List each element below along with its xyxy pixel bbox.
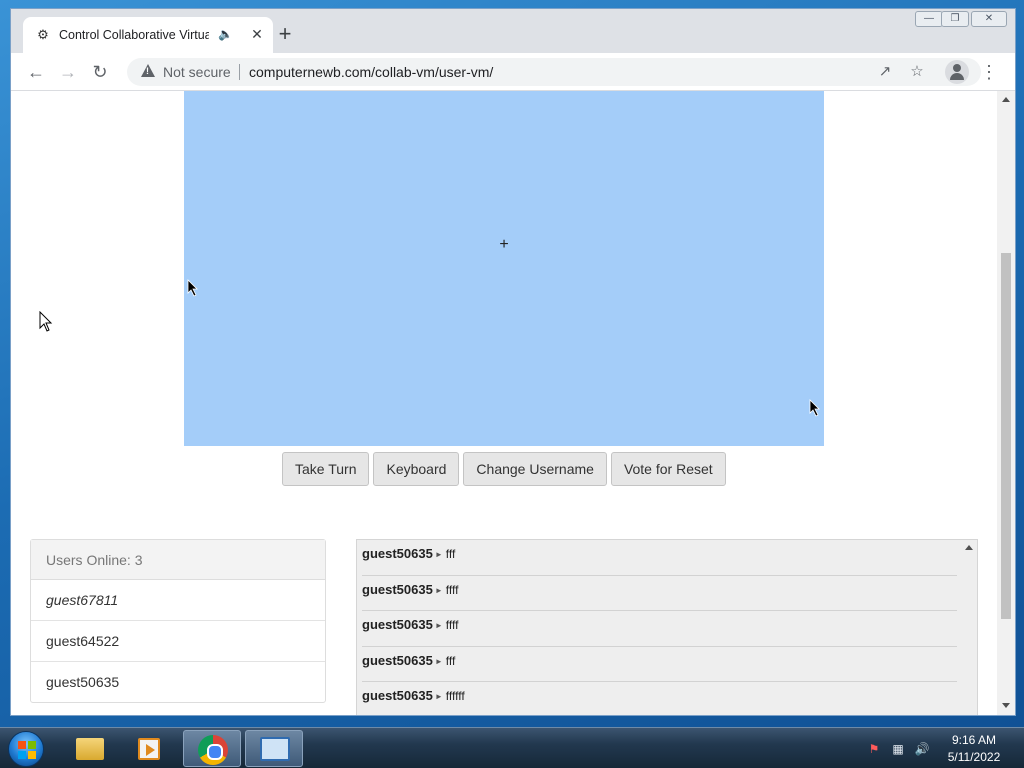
tab-strip: ⚙ Control Collaborative Virtual 🔈 ✕ + — … [11,9,1015,53]
taskbar-control-panel[interactable] [245,730,303,767]
vm-cursor-icon [809,399,821,417]
chat-username: guest50635 [362,617,433,632]
menu-dots-icon[interactable]: ⋮ [979,59,999,85]
close-tab-icon[interactable]: ✕ [247,24,267,44]
chat-text: fff [445,547,456,561]
share-icon[interactable]: ↗ [875,62,895,82]
chat-arrow-icon: ► [434,550,443,559]
user-list-item[interactable]: guest67811 [31,580,325,621]
taskbar: ⚑ ▦ 🔊 9:16 AM 5/11/2022 [0,727,1024,768]
change-username-button[interactable]: Change Username [463,452,607,486]
taskbar-chrome[interactable] [183,730,241,767]
minimize-icon[interactable]: — [915,11,943,27]
windows-logo-icon [18,741,36,759]
security-label[interactable]: Not secure [163,64,231,80]
clock-time[interactable]: 9:16 AM [944,733,1004,747]
browser-tab[interactable]: ⚙ Control Collaborative Virtual 🔈 ✕ [23,17,273,53]
users-online-panel: Users Online: 3 guest67811 guest64522 gu… [30,539,326,703]
scroll-down-icon[interactable] [1002,703,1010,708]
chat-message: guest50635 ► fff [362,647,957,682]
user-list-item[interactable]: guest50635 [31,662,325,703]
mouse-cursor-icon [39,310,53,333]
chat-message: guest50635 ► ffffff [362,682,957,715]
control-panel-icon [260,737,290,761]
collabvm-favicon-icon: ⚙ [37,27,49,42]
action-center-flag-icon[interactable]: ⚑ [866,741,882,757]
chat-message: guest50635 ► fff [362,540,957,576]
chat-username: guest50635 [362,688,433,703]
reload-icon[interactable]: ↻ [87,59,113,85]
chat-message: guest50635 ► ffff [362,611,957,647]
restore-icon[interactable]: ❐ [941,11,969,27]
network-icon[interactable]: ▦ [890,741,906,757]
keyboard-button[interactable]: Keyboard [373,452,460,486]
page-viewport: + Take Turn Keyboard Change Username Vot… [11,91,997,715]
page-scrollbar[interactable] [997,91,1015,715]
chat-arrow-icon: ► [434,585,443,595]
user-list-item[interactable]: guest64522 [31,621,325,662]
media-player-icon [138,738,160,760]
vote-reset-button[interactable]: Vote for Reset [610,452,726,486]
take-turn-button[interactable]: Take Turn [282,452,370,486]
url-separator [239,64,240,80]
users-online-header: Users Online: 3 [31,540,325,580]
chat-scroll-up-icon[interactable] [965,545,973,550]
chat-message: guest50635 ► ffff [362,576,957,611]
folder-icon [76,738,104,760]
speaker-icon[interactable]: 🔈 [218,27,233,41]
start-button[interactable] [8,731,44,767]
chat-username: guest50635 [362,546,433,561]
tab-title: Control Collaborative Virtual [59,28,209,42]
scroll-up-icon[interactable] [1002,97,1010,102]
chat-panel[interactable]: guest50635 ► fff guest50635 ► ffff guest5063… [356,539,978,715]
browser-toolbar: ← → ↻ Not secure computernewb.com/collab… [11,53,1015,91]
clock-date[interactable]: 5/11/2022 [944,750,1004,764]
crosshair-cursor-icon: + [499,236,509,253]
chat-arrow-icon: ► [434,621,443,630]
browser-window: ⚙ Control Collaborative Virtual 🔈 ✕ + — … [10,8,1016,716]
taskbar-explorer[interactable] [60,730,118,767]
warning-icon[interactable] [141,64,155,77]
vm-display[interactable]: + [184,91,824,446]
volume-icon[interactable]: 🔊 [914,741,930,757]
chat-text: ffff [445,582,459,597]
scrollbar-thumb[interactable] [1001,253,1011,619]
chat-text: ffff [445,618,459,632]
vm-action-buttons: Take Turn Keyboard Change Username Vote … [282,452,726,486]
taskbar-media-player[interactable] [120,730,178,767]
new-tab-icon[interactable]: + [273,23,297,47]
bookmark-star-icon[interactable]: ☆ [907,62,927,82]
back-icon[interactable]: ← [23,59,49,85]
profile-avatar-icon[interactable] [945,60,969,84]
chrome-icon [198,735,228,765]
address-bar[interactable]: Not secure computernewb.com/collab-vm/us… [127,58,981,86]
chat-arrow-icon: ► [434,692,443,701]
url-text[interactable]: computernewb.com/collab-vm/user-vm/ [249,64,493,80]
chat-username: guest50635 [362,581,433,597]
chat-arrow-icon: ► [434,656,443,666]
chat-text: fff [445,653,456,668]
chat-username: guest50635 [362,652,433,668]
close-window-icon[interactable]: ✕ [971,11,1007,27]
chat-text: ffffff [445,689,465,703]
forward-icon[interactable]: → [55,59,81,85]
vm-cursor-icon [187,279,199,297]
